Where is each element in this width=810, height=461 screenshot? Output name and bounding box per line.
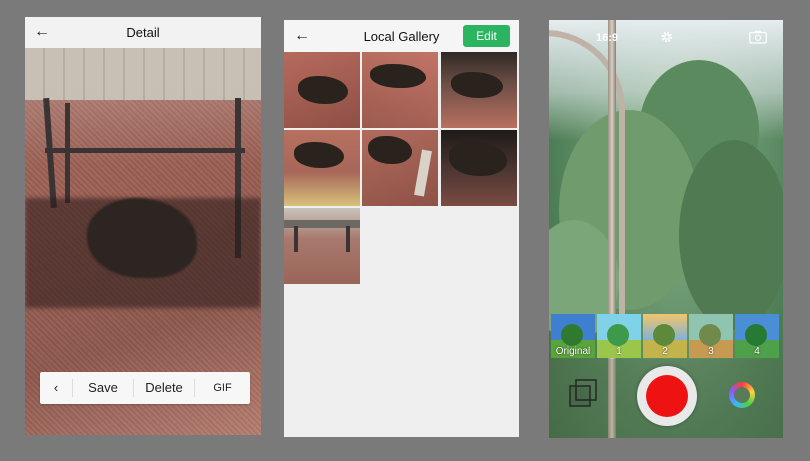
delete-button[interactable]: Delete [134, 378, 194, 398]
chevron-left-icon[interactable]: ‹ [40, 378, 72, 398]
detail-title: Detail [126, 25, 160, 40]
dog-in-photo [370, 64, 426, 88]
detail-toolbar: ‹ Save Delete GIF [40, 372, 250, 404]
filter-label: 2 [662, 346, 668, 357]
gear-icon[interactable] [660, 30, 674, 44]
dog-in-photo [449, 142, 507, 176]
save-button[interactable]: Save [73, 378, 133, 398]
filter-preview-tree [561, 324, 583, 346]
thumbnail[interactable] [362, 130, 438, 206]
filter-original[interactable]: Original [551, 314, 595, 358]
camera-top-bar: 16:9 [549, 20, 783, 56]
record-dot [646, 375, 688, 417]
detail-header: ← Detail [25, 17, 261, 48]
filter-preview-tree [745, 324, 767, 346]
camera-switch-icon[interactable] [749, 30, 767, 44]
table-leg-in-photo [294, 226, 298, 252]
gif-button[interactable]: GIF [195, 378, 250, 398]
record-button[interactable] [637, 366, 697, 426]
color-ring-icon[interactable] [729, 382, 755, 408]
filter-preview-tree [607, 324, 629, 346]
tree [679, 140, 783, 330]
thumbnail[interactable] [284, 130, 360, 206]
filter-preview-tree [699, 324, 721, 346]
detail-screen: ← Detail ‹ Save Delete GIF [25, 17, 261, 435]
gallery-screen: ← Local Gallery Edit [284, 20, 519, 437]
edit-button[interactable]: Edit [463, 25, 510, 47]
filter-label: 3 [708, 346, 714, 357]
dog-in-photo [451, 72, 503, 98]
table-photo-part [25, 48, 261, 100]
filter-label: Original [555, 346, 591, 357]
dog-in-photo [298, 76, 348, 104]
thumbnail[interactable] [362, 52, 438, 128]
filter-label: 4 [754, 346, 760, 357]
table-leg [43, 97, 57, 209]
filter-2[interactable]: 2 [643, 314, 687, 358]
filter-1[interactable]: 1 [597, 314, 641, 358]
dog-in-photo [294, 142, 344, 168]
filter-3[interactable]: 3 [689, 314, 733, 358]
table-leg-in-photo [346, 226, 350, 252]
thumbnail[interactable] [284, 208, 360, 284]
aspect-ratio-toggle[interactable]: 16:9 [596, 32, 618, 44]
thumbnail[interactable] [441, 52, 517, 128]
camera-screen: 16:9 Original 1 2 3 4 [549, 20, 783, 438]
table-rail [45, 148, 245, 153]
filter-label: 1 [616, 346, 622, 357]
table-leg-in-photo [414, 149, 432, 197]
gallery-stack-icon[interactable] [569, 379, 597, 407]
filter-4[interactable]: 4 [735, 314, 779, 358]
thumbnail[interactable] [284, 52, 360, 128]
table-leg [65, 103, 70, 203]
camera-controls [549, 359, 783, 438]
thumbnail[interactable] [441, 130, 517, 206]
filter-strip: Original 1 2 3 4 [551, 314, 783, 359]
dog-in-photo [368, 136, 412, 164]
filter-preview-tree [653, 324, 675, 346]
gallery-header: ← Local Gallery Edit [284, 20, 519, 52]
